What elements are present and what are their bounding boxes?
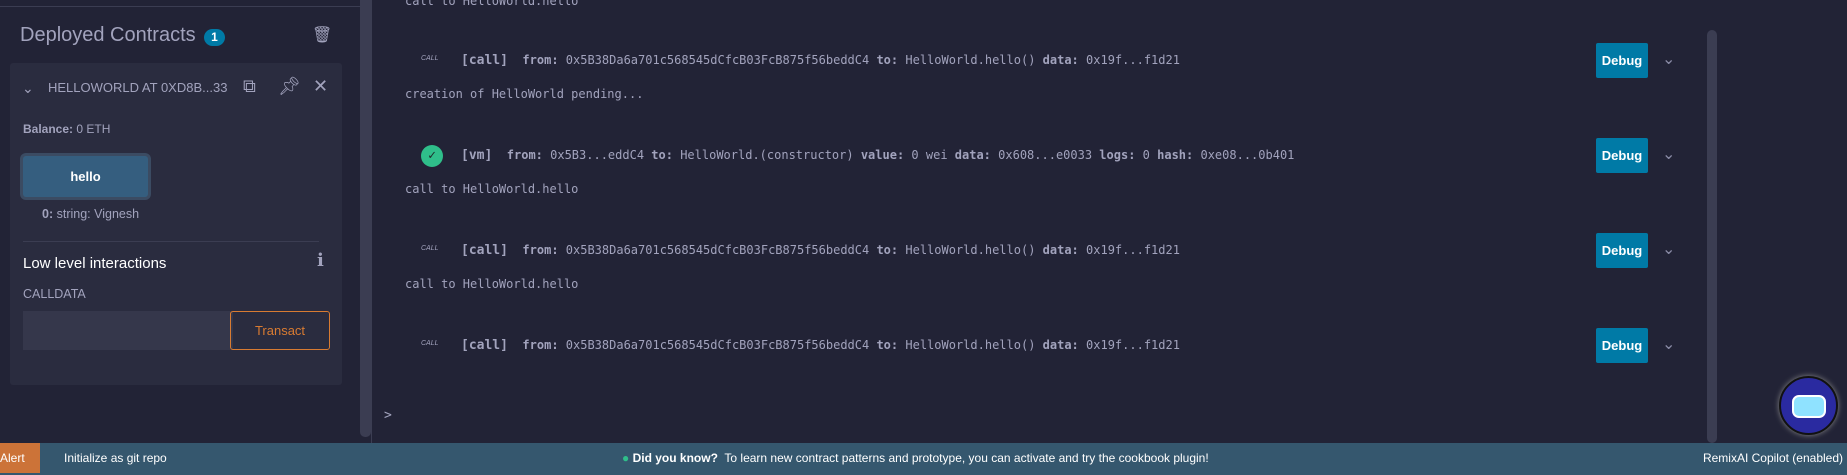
panel-title: Deployed Contracts (20, 24, 196, 46)
chevron-down-icon[interactable]: ⌄ (22, 80, 34, 97)
data-value: 0x608...e0033 (998, 148, 1093, 162)
debug-button[interactable]: Debug (1596, 138, 1648, 173)
from-value: 0x5B38Da6a701c568545dCfcB03FcB875f56bedd… (565, 338, 870, 352)
divider (0, 6, 360, 7)
data-label: data: (954, 148, 991, 162)
did-you-know: ● Did you know? To learn new contract pa… (622, 443, 1209, 473)
result-index: 0: (42, 207, 54, 221)
tx-details: [vm] from: 0x5B3...eddC4 to: HelloWorld.… (461, 148, 1294, 163)
success-check-icon: ✓ (421, 145, 443, 167)
terminal-log-line: call to HelloWorld.hello (405, 0, 579, 8)
hash-value: 0xe08...0b401 (1200, 148, 1295, 162)
from-value: 0x5B38Da6a701c568545dCfcB03FcB875f56bedd… (565, 53, 870, 67)
debug-button[interactable]: Debug (1596, 328, 1648, 363)
copilot-status[interactable]: RemixAI Copilot (enabled) (1703, 443, 1843, 473)
terminal-entry[interactable]: CALL [call] from: 0x5B38Da6a701c568545dCf… (372, 43, 1847, 79)
call-tag: CALL (421, 245, 439, 252)
result-value: string: Vignesh (56, 207, 140, 221)
terminal-prompt[interactable]: > (384, 408, 392, 423)
sidebar-scrollbar[interactable] (360, 0, 371, 437)
calldata-label: CALLDATA (23, 287, 86, 301)
call-result: 0: string: Vignesh (42, 207, 139, 221)
lightbulb-icon: ● (622, 451, 630, 465)
tx-kind: [call] (461, 53, 508, 68)
transact-button[interactable]: Transact (230, 311, 330, 350)
to-value: HelloWorld.(constructor) (680, 148, 854, 162)
copy-icon[interactable]: ⧉ (243, 76, 256, 97)
data-value: 0x19f...f1d21 (1086, 53, 1180, 67)
tx-details: [call] from: 0x5B38Da6a701c568545dCfcB03… (461, 243, 1180, 258)
terminal-entry[interactable]: CALL [call] from: 0x5B38Da6a701c568545dCf… (372, 233, 1847, 269)
deployed-contracts-panel: Deployed Contracts 1 🗑 ⌄ HELLOWORLD AT 0… (0, 0, 360, 443)
debug-button[interactable]: Debug (1596, 233, 1648, 268)
terminal-log-line: creation of HelloWorld pending... (405, 87, 644, 101)
divider (23, 241, 319, 242)
data-label: data: (1042, 243, 1079, 257)
debug-button[interactable]: Debug (1596, 43, 1648, 78)
from-label: from: (522, 53, 559, 67)
logs-value: 0 (1142, 148, 1150, 162)
tip-text: To learn new contract patterns and proto… (724, 451, 1209, 465)
to-value: HelloWorld.hello() (905, 243, 1036, 257)
chevron-down-icon[interactable]: ⌄ (1662, 334, 1675, 353)
hello-label: hello (23, 156, 148, 197)
tx-details: [call] from: 0x5B38Da6a701c568545dCfcB03… (461, 338, 1180, 353)
chevron-down-icon[interactable]: ⌄ (1662, 239, 1675, 258)
contract-count-badge: 1 (204, 29, 225, 46)
value-value: 0 wei (911, 148, 948, 162)
to-label: to: (651, 148, 673, 162)
from-value: 0x5B3...eddC4 (550, 148, 645, 162)
logs-label: logs: (1099, 148, 1136, 162)
tx-kind: [call] (461, 243, 508, 258)
call-tag: CALL (421, 340, 439, 347)
close-icon[interactable]: ✕ (313, 76, 328, 97)
from-label: from: (506, 148, 543, 162)
terminal: call to HelloWorld.hello CALL [call] from… (372, 0, 1847, 443)
low-level-title: Low level interactions (23, 255, 167, 272)
terminal-log-line: call to HelloWorld.hello (405, 277, 579, 291)
data-value: 0x19f...f1d21 (1086, 338, 1180, 352)
from-label: from: (522, 338, 559, 352)
tip-title: Did you know? (632, 451, 718, 465)
balance-label: Balance: (23, 122, 74, 136)
terminal-entry[interactable]: ✓ [vm] from: 0x5B3...eddC4 to: HelloWorld… (372, 138, 1847, 174)
to-value: HelloWorld.hello() (905, 338, 1036, 352)
balance: Balance: 0 ETH (23, 122, 110, 136)
init-git-button[interactable]: Initialize as git repo (64, 443, 167, 473)
remixai-robot-icon[interactable] (1779, 376, 1838, 435)
hash-label: hash: (1157, 148, 1194, 162)
chevron-down-icon[interactable]: ⌄ (1662, 144, 1675, 163)
to-label: to: (876, 53, 899, 67)
contract-address[interactable]: HELLOWORLD AT 0XD8B...33F (48, 80, 228, 95)
data-label: data: (1042, 53, 1079, 67)
value-label: value: (860, 148, 905, 162)
from-value: 0x5B38Da6a701c568545dCfcB03FcB875f56bedd… (565, 243, 870, 257)
to-label: to: (876, 243, 899, 257)
alert-button[interactable]: Alert (0, 443, 40, 473)
status-bar: Alert Initialize as git repo ● Did you k… (0, 443, 1847, 475)
calldata-input[interactable] (23, 311, 233, 350)
tx-details: [call] from: 0x5B38Da6a701c568545dCfcB03… (461, 53, 1180, 68)
chevron-down-icon[interactable]: ⌄ (1662, 49, 1675, 68)
info-icon[interactable]: i (317, 250, 324, 271)
tx-kind: [vm] (461, 148, 493, 163)
terminal-scrollbar[interactable] (1707, 30, 1717, 443)
terminal-log-line: call to HelloWorld.hello (405, 182, 579, 196)
tx-kind: [call] (461, 338, 508, 353)
data-label: data: (1042, 338, 1079, 352)
hello-function-button[interactable]: hello (20, 153, 151, 200)
trash-icon[interactable]: 🗑 (312, 25, 332, 45)
call-tag: CALL (421, 55, 439, 62)
terminal-entry[interactable]: CALL [call] from: 0x5B38Da6a701c568545dCf… (372, 328, 1847, 364)
balance-value: 0 ETH (76, 122, 111, 136)
to-label: to: (876, 338, 899, 352)
data-value: 0x19f...f1d21 (1086, 243, 1180, 257)
from-label: from: (522, 243, 559, 257)
pin-icon[interactable]: 📌︎ (278, 76, 301, 97)
to-value: HelloWorld.hello() (905, 53, 1036, 67)
